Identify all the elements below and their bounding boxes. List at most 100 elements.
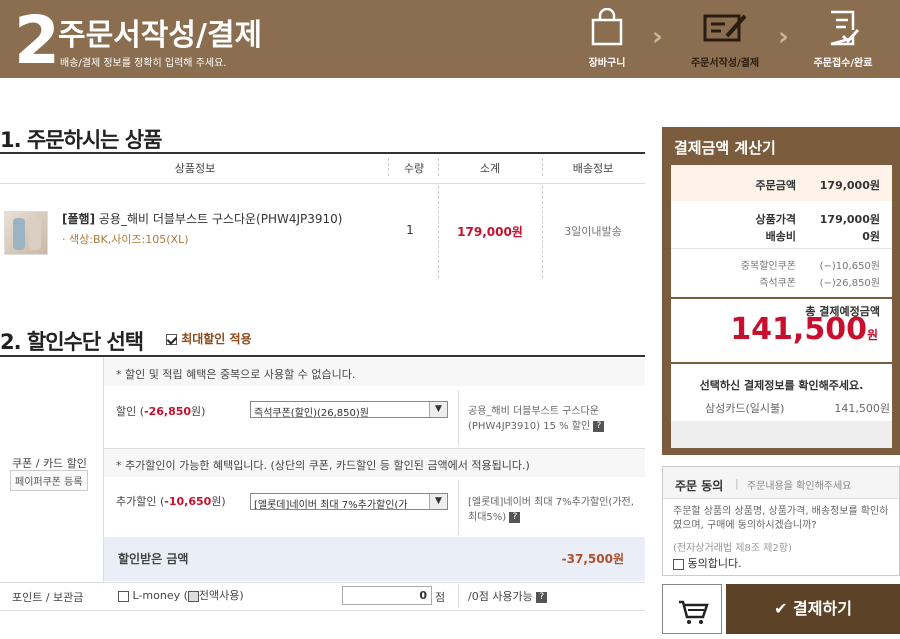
notice-no-duplicate: * 할인 및 적립 혜택은 중복으로 사용할 수 없습니다. bbox=[116, 368, 356, 381]
col-header-product: 상품정보 bbox=[174, 162, 216, 175]
discount-section-title: 2. 할인수단 선택 bbox=[0, 330, 144, 354]
divider bbox=[0, 582, 645, 583]
cart-icon bbox=[679, 600, 709, 624]
divider bbox=[438, 158, 439, 176]
product-price-label: 상품가격 bbox=[755, 213, 796, 226]
lmoney-option[interactable]: L-money ( 전액사용) bbox=[118, 587, 244, 603]
product-subtotal: 179,000원 bbox=[457, 225, 523, 239]
agreement-separator: | bbox=[735, 477, 739, 490]
product-name[interactable]: [폴햄] 공용_해비 더블부스트 구스다운(PHW4JP3910) bbox=[62, 210, 342, 227]
agreement-title: 주문 동의 bbox=[675, 479, 724, 493]
help-icon[interactable]: ? bbox=[536, 591, 548, 603]
step-order-form-label: 주문서작성/결제 bbox=[690, 58, 760, 69]
col-header-shipping: 배송정보 bbox=[572, 162, 614, 175]
products-section-title: 1. 주문하시는 상품 bbox=[0, 128, 162, 152]
agree-label: 동의합니다. bbox=[687, 557, 742, 570]
agreement-law: (전자상거래법 제8조 제2항) bbox=[673, 543, 792, 554]
cart-button[interactable] bbox=[662, 584, 722, 634]
paper-coupon-button[interactable]: 페이퍼쿠폰 등록 bbox=[10, 470, 88, 491]
checklist-icon bbox=[830, 10, 860, 46]
page-header: 2 주문서작성/결제 배송/결제 정보를 정확히 입력해 주세요. 장바구니 ›… bbox=[0, 0, 900, 79]
instant-coupon-value: (−)26,850원 bbox=[819, 278, 880, 289]
notice-extra-discount: * 추가할인이 가능한 혜택입니다. (상단의 쿠폰, 카드할인 등 할인된 금… bbox=[116, 459, 530, 472]
calculator-body: 주문금액 179,000원 상품가격 179,000원 배송비 0원 중복할인쿠… bbox=[671, 165, 892, 448]
shipping-label: 배송비 bbox=[765, 230, 796, 243]
order-form-icon bbox=[703, 14, 747, 42]
chevron-down-icon: ▼ bbox=[429, 494, 447, 509]
step-cart-label: 장바구니 bbox=[588, 58, 626, 69]
discount-description: 공용_해비 더블부스트 구스다운(PHW4JP3910) 15 % 할인 ? bbox=[468, 402, 640, 432]
step-number: 2 bbox=[14, 2, 60, 79]
points-available: /0점 사용가능 ? bbox=[468, 588, 548, 604]
chevron-right-icon: › bbox=[652, 22, 663, 52]
product-shipping: 3일이내발송 bbox=[564, 225, 622, 238]
page-subtitle: 배송/결제 정보를 정확히 입력해 주세요. bbox=[60, 58, 227, 69]
discount-select-value: 즉석쿠폰(할인)(26,850)원 bbox=[254, 408, 369, 418]
dup-coupon-value: (−)10,650원 bbox=[819, 261, 880, 272]
discount-label: 할인 (-26,850원) bbox=[116, 405, 206, 418]
step-cart[interactable]: 장바구니 bbox=[562, 8, 652, 69]
pay-method-amount: 141,500원 bbox=[834, 402, 890, 415]
pay-method: 삼성카드(일시불) bbox=[705, 402, 785, 415]
order-agreement-box: 주문 동의 | 주문내용을 확인해주세요 주문할 상품의 상품명, 상품가격, … bbox=[662, 466, 900, 576]
dup-coupon-label: 중복할인쿠폰 bbox=[740, 261, 796, 272]
page-title: 주문서작성/결제 bbox=[58, 18, 263, 53]
agree-checkbox-box[interactable] bbox=[673, 558, 684, 570]
use-all-label: 전액사용) bbox=[198, 589, 244, 602]
col-header-qty: 수량 bbox=[403, 162, 425, 175]
extra-discount-description: [엘롯데]네이버 최대 7%추가할인(가전,최대5%) ? bbox=[468, 497, 634, 523]
chevron-down-icon: ▼ bbox=[429, 402, 447, 417]
help-icon[interactable]: ? bbox=[509, 511, 521, 523]
extra-discount-select[interactable]: [엘롯데]네이버 최대 7%추가할인(가 ▼ bbox=[250, 493, 448, 510]
instant-coupon-label: 즉석쿠폰 bbox=[759, 278, 796, 289]
divider bbox=[458, 390, 459, 446]
points-input[interactable]: 0 bbox=[342, 586, 432, 605]
extra-discount-select-value: [엘롯데]네이버 최대 7%추가할인(가 bbox=[254, 500, 408, 510]
divider bbox=[671, 297, 892, 299]
product-option: · 색상:BK,사이즈:105(XL) bbox=[62, 233, 189, 246]
divider bbox=[0, 355, 645, 357]
product-thumbnail[interactable] bbox=[4, 211, 48, 255]
divider bbox=[671, 248, 892, 249]
checkbox-checked-icon[interactable] bbox=[166, 334, 177, 345]
points-unit: 점 bbox=[435, 591, 446, 604]
product-qty: 1 bbox=[406, 223, 414, 237]
lmoney-label: L-money ( bbox=[132, 589, 188, 602]
max-discount-checkbox[interactable]: 최대할인 적용 bbox=[166, 330, 252, 347]
step-complete-label: 주문접수/완료 bbox=[813, 58, 873, 69]
coupon-card-row-label: 쿠폰 / 카드 할인 bbox=[12, 457, 87, 470]
agree-checkbox[interactable]: 동의합니다. bbox=[673, 555, 742, 571]
divider bbox=[542, 158, 543, 176]
checkmark-icon: ✔ bbox=[774, 599, 788, 618]
order-amount-value: 179,000원 bbox=[819, 179, 880, 192]
agreement-body: 주문할 상품의 상품명, 상품가격, 배송정보를 확인하였으며, 구매에 동의하… bbox=[673, 506, 889, 531]
col-header-subtotal: 소계 bbox=[479, 162, 501, 175]
divider bbox=[388, 158, 389, 176]
max-discount-label: 최대할인 적용 bbox=[181, 332, 252, 346]
extra-discount-label: 추가할인 (-10,650원) bbox=[116, 495, 226, 508]
step-complete[interactable]: 주문접수/완료 bbox=[798, 8, 888, 69]
discount-select[interactable]: 즉석쿠폰(할인)(26,850)원 ▼ bbox=[250, 401, 448, 418]
divider bbox=[0, 152, 645, 154]
divider bbox=[458, 584, 459, 608]
divider bbox=[542, 186, 543, 278]
use-all-checkbox[interactable] bbox=[187, 590, 199, 602]
received-discount-amount: -37,500원 bbox=[561, 552, 624, 566]
pay-button[interactable]: ✔ 결제하기 bbox=[726, 584, 900, 634]
agreement-hint: 주문내용을 확인해주세요 bbox=[747, 481, 852, 492]
pay-info-band bbox=[671, 421, 892, 448]
chevron-right-icon: › bbox=[778, 22, 789, 52]
divider bbox=[438, 186, 439, 278]
help-icon[interactable]: ? bbox=[593, 420, 605, 432]
product-price-value: 179,000원 bbox=[819, 213, 880, 226]
shopping-bag-icon bbox=[591, 8, 623, 46]
received-discount-label: 할인받은 금액 bbox=[118, 552, 189, 566]
divider bbox=[0, 183, 645, 184]
points-row-label: 포인트 / 보관금 bbox=[12, 591, 84, 604]
total-amount: 141,500원 bbox=[730, 312, 878, 347]
order-amount-label: 주문금액 bbox=[755, 179, 796, 192]
pay-button-label: 결제하기 bbox=[793, 599, 852, 618]
step-order-form[interactable]: 주문서작성/결제 bbox=[680, 8, 770, 69]
lmoney-checkbox[interactable] bbox=[118, 590, 129, 602]
confirm-label: 선택하신 결제정보를 확인해주세요. bbox=[699, 379, 864, 392]
